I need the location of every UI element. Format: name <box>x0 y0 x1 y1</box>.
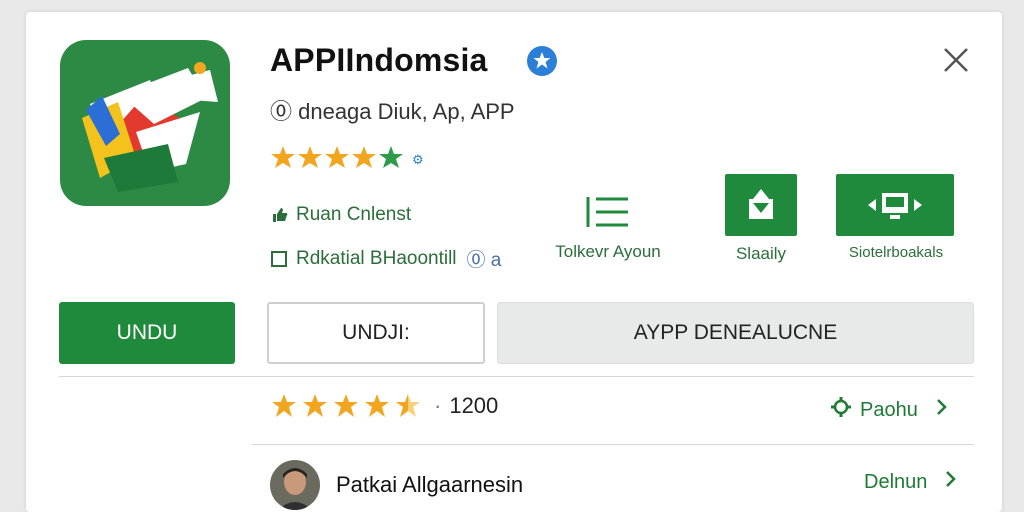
info-line-2-suffix: ⓪ a <box>466 250 502 271</box>
action-save[interactable]: Slaaily <box>716 174 806 264</box>
info-row-2: Rdkatial BHaoontill ⓪ a <box>270 245 501 272</box>
app-logo-icon <box>60 40 230 206</box>
action-share-label: Siotelrboakals <box>848 244 944 261</box>
reviewer-name: Patkai Allgaarnesin <box>336 472 524 497</box>
svg-text:⚙: ⚙ <box>412 152 424 167</box>
divider-bottom <box>252 444 974 445</box>
screen-share-icon <box>836 174 954 236</box>
action-list-label: Tolkevr Ayoun <box>555 242 661 261</box>
verified-badge-icon <box>526 45 558 77</box>
info-line-2: Rdkatial BHaoontill <box>296 247 457 269</box>
rating-link[interactable]: Paohu <box>830 396 948 424</box>
info-row-1: Ruan Cnlenst <box>270 204 411 226</box>
rating-stars <box>272 394 420 417</box>
chevron-right-icon <box>945 470 957 494</box>
app-title: APPIIndomsia <box>270 42 488 78</box>
rating-separator: · <box>434 393 442 418</box>
download-tray-icon <box>725 174 797 236</box>
app-developer: ⓪ dneaga Diuk, Ap, APP <box>270 99 515 124</box>
rating-stars-top: ⚙ <box>270 144 440 174</box>
rating-row: · 1200 <box>270 392 498 420</box>
settings-icon <box>830 396 852 424</box>
action-share[interactable]: Siotelrboakals <box>826 174 966 261</box>
action-list[interactable]: Tolkevr Ayoun <box>538 192 678 262</box>
close-icon[interactable] <box>938 42 974 78</box>
rating-link-label: Paohu <box>860 398 918 421</box>
list-icon <box>582 192 634 232</box>
thumb-icon <box>270 206 288 224</box>
install-button[interactable]: UNDU <box>59 302 235 364</box>
rating-count: 1200 <box>449 393 499 418</box>
app-card: APPIIndomsia ⓪ dneaga Diuk, Ap, APP ⚙ Ru… <box>26 12 1002 512</box>
app-details-button[interactable]: AYPP DENEALUCNE <box>497 302 974 364</box>
reviewer-row: Patkai Allgaarnesin <box>270 460 523 510</box>
checkbox-icon <box>270 250 288 268</box>
divider-top <box>59 376 974 377</box>
action-save-label: Slaaily <box>735 244 787 263</box>
secondary-button[interactable]: UNDJI: <box>267 302 485 364</box>
info-line-1: Ruan Cnlenst <box>296 204 412 225</box>
reviewer-link[interactable]: Delnun <box>864 470 957 494</box>
reviewer-link-label: Delnun <box>864 470 928 493</box>
avatar <box>270 460 320 510</box>
chevron-right-icon <box>936 398 948 422</box>
